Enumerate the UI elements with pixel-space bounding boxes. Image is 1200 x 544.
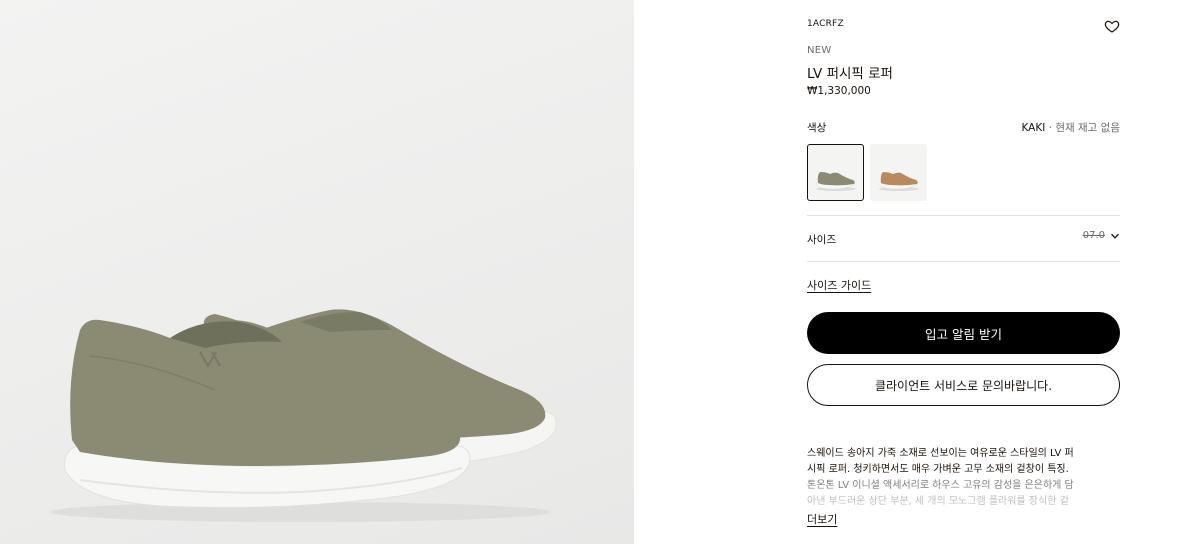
divider [807,215,1120,216]
chevron-down-icon [1111,233,1119,239]
color-swatch-camel[interactable] [870,144,927,201]
size-label: 사이즈 [807,234,836,246]
shoe-image [50,309,557,522]
description-line: 톤온톤 LV 이니셜 액세서리로 하우스 고유의 감성을 은은하게 담 [807,480,1074,491]
color-status: KAKI · 현재 재고 없음 [1021,120,1120,135]
camel-loafer-thumbnail [879,172,919,191]
notify-restock-button[interactable]: 입고 알림 받기 [807,312,1120,354]
new-badge: NEW [807,45,832,56]
khaki-loafer-thumbnail [816,172,856,191]
description-line: 아낸 부드러운 상단 부분, 세 개의 모노그램 플라워를 장식한 겉 [807,496,1069,507]
selected-color-name: KAKI [1021,122,1046,134]
product-sku: 1ACRFZ [807,19,844,29]
product-details-panel: 1ACRFZ NEW LV 퍼시픽 로퍼 ₩1,330,000 색상 KAKI … [807,0,1120,544]
product-title: LV 퍼시픽 로퍼 [807,66,893,82]
description-line: 스웨이드 송아지 가죽 소재로 선보이는 여유로운 스타일의 LV 퍼 [807,448,1074,459]
selected-size: 07.0 [1082,230,1105,241]
heart-icon [1104,20,1120,33]
color-swatch-khaki[interactable] [807,144,864,201]
contact-client-service-button[interactable]: 클라이언트 서비스로 문의바랍니다. [807,364,1120,406]
product-description: 스웨이드 송아지 가죽 소재로 선보이는 여유로운 스타일의 LV 퍼 시픽 로… [807,446,1120,510]
product-price: ₩1,330,000 [807,85,871,97]
size-selector[interactable]: 07.0 [1083,230,1120,241]
read-more-link[interactable]: 더보기 [807,511,837,527]
divider [807,261,1120,262]
size-guide-link[interactable]: 사이즈 가이드 [807,277,871,293]
description-line: 시픽 로퍼. 청키하면서도 매우 가벼운 고무 소재의 겉창이 특징. [807,464,1069,475]
color-label: 색상 [807,122,827,134]
stock-status: · 현재 재고 없음 [1045,122,1120,134]
wishlist-button[interactable] [1104,18,1120,34]
product-image[interactable] [0,0,634,544]
